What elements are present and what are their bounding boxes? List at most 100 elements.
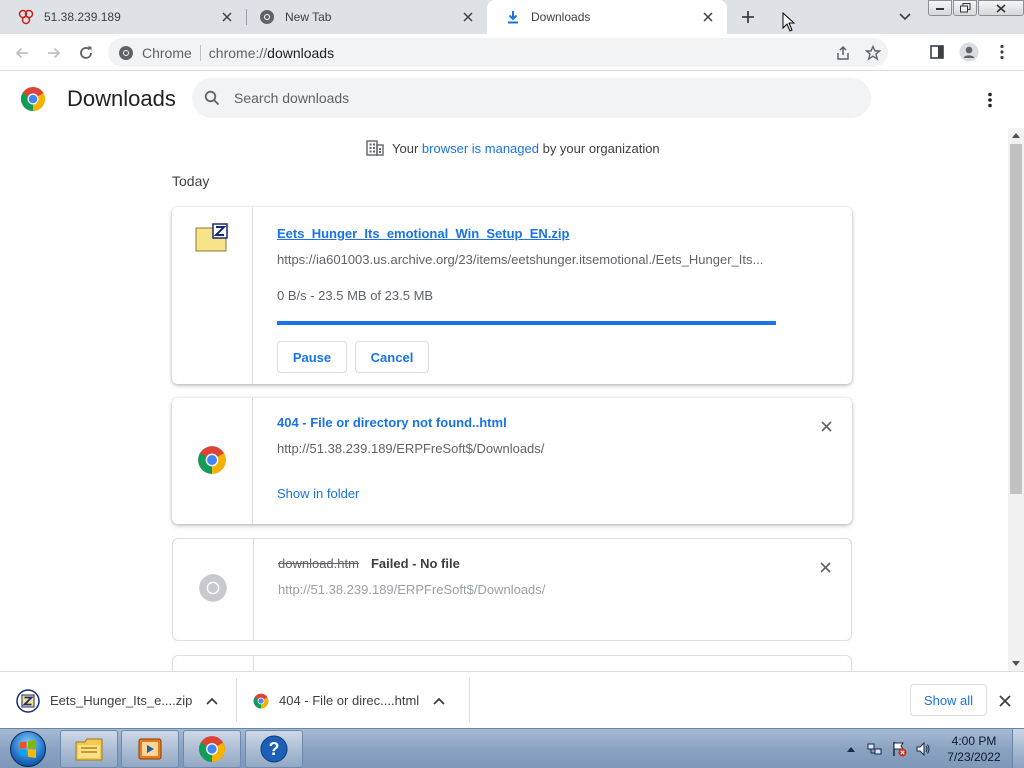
- network-icon: [18, 9, 34, 25]
- remove-download-button[interactable]: [817, 559, 833, 575]
- chrome-gray-icon: [259, 9, 275, 25]
- show-desktop-button[interactable]: [1012, 729, 1024, 768]
- file-icon-column: [172, 207, 253, 384]
- file-source-url[interactable]: http://51.38.239.189/ERPFreSoft$/Downloa…: [278, 582, 778, 597]
- avatar-icon: [959, 42, 979, 62]
- close-icon: [820, 420, 832, 432]
- scrollbar-thumb[interactable]: [1010, 144, 1022, 494]
- progress-fill: [277, 321, 776, 325]
- show-all-button[interactable]: Show all: [910, 684, 987, 716]
- building-icon: [366, 140, 384, 156]
- minimize-button[interactable]: [928, 0, 952, 16]
- omnibox-actions: [828, 38, 888, 67]
- cancel-button[interactable]: Cancel: [355, 341, 429, 373]
- share-button[interactable]: [828, 39, 858, 67]
- tab-close-icon[interactable]: [216, 6, 238, 28]
- download-card: Eets_Hunger_Its_emotional_Win_Setup_EN.z…: [172, 207, 852, 384]
- address-bar[interactable]: Chrome chrome://downloads: [108, 38, 888, 67]
- page-scrollbar[interactable]: [1008, 128, 1024, 671]
- reload-button[interactable]: [72, 39, 100, 67]
- shelf-item-zip[interactable]: Eets_Hunger_Its_e....zip: [16, 672, 218, 729]
- tab-downloads[interactable]: Downloads: [487, 0, 727, 34]
- url-text[interactable]: chrome://downloads: [209, 45, 334, 61]
- more-vert-icon: [1000, 44, 1004, 60]
- share-icon: [837, 45, 849, 60]
- download-card: download.htm Failed - No file http://51.3…: [172, 538, 852, 641]
- window-controls: [928, 0, 1024, 17]
- window-close-button[interactable]: [978, 0, 1024, 16]
- download-icon: [505, 9, 521, 25]
- file-source-url[interactable]: http://51.38.239.189/ERPFreSoft$/Downloa…: [277, 441, 777, 456]
- file-name-row: download.htm Failed - No file: [278, 556, 460, 571]
- arrow-right-icon: [48, 47, 61, 59]
- omnibox-divider: [199, 44, 201, 61]
- download-card: 404 - File or directory not found..html …: [172, 398, 852, 524]
- search-input[interactable]: [234, 90, 834, 106]
- forward-button[interactable]: [40, 39, 68, 67]
- profile-button[interactable]: [954, 38, 984, 66]
- managed-prefix: Your: [392, 140, 419, 156]
- browser-toolbar: Chrome chrome://downloads: [0, 34, 1024, 71]
- managed-link[interactable]: browser is managed: [422, 141, 539, 156]
- taskbar-explorer[interactable]: [60, 730, 118, 768]
- reload-icon: [80, 46, 92, 59]
- new-tab-button[interactable]: [734, 4, 762, 30]
- search-box[interactable]: [192, 78, 871, 118]
- mouse-cursor-icon: [782, 11, 796, 35]
- file-name-link[interactable]: Eets_Hunger_Its_emotional_Win_Setup_EN.z…: [277, 226, 569, 241]
- action-center-alert-icon[interactable]: [888, 738, 910, 760]
- tab-title: New Tab: [285, 10, 332, 24]
- remove-download-button[interactable]: [818, 418, 834, 434]
- scroll-down-icon[interactable]: [1012, 661, 1020, 666]
- media-player-icon: [138, 738, 162, 760]
- taskbar-help[interactable]: ?: [245, 730, 303, 768]
- arrow-left-icon: [15, 47, 28, 59]
- tab-ip-address[interactable]: 51.38.239.189: [0, 0, 246, 34]
- chevron-up-icon[interactable]: [433, 697, 445, 705]
- restore-icon: [959, 3, 970, 13]
- restore-button[interactable]: [953, 0, 977, 16]
- shelf-divider: [469, 678, 470, 722]
- shelf-divider: [236, 678, 237, 722]
- close-shelf-button[interactable]: [996, 692, 1014, 710]
- bookmark-button[interactable]: [858, 39, 888, 67]
- failed-status: Failed - No file: [370, 556, 460, 571]
- shelf-item-label: Eets_Hunger_Its_e....zip: [50, 693, 193, 708]
- tray-expand-icon[interactable]: [840, 738, 862, 760]
- volume-icon[interactable]: [912, 738, 934, 760]
- file-name-link[interactable]: 404 - File or directory not found..html: [277, 415, 507, 430]
- chevron-down-icon: [899, 13, 911, 21]
- file-source-url[interactable]: https://ia601003.us.archive.org/23/items…: [277, 252, 777, 267]
- pause-button[interactable]: Pause: [277, 341, 347, 373]
- chrome-logo-icon: [199, 736, 225, 762]
- scroll-up-icon[interactable]: [1012, 133, 1020, 138]
- system-tray: [840, 733, 936, 765]
- downloads-list: Your browser is managed by your organiza…: [0, 128, 1008, 671]
- download-status: 0 B/s - 23.5 MB of 23.5 MB: [277, 288, 434, 303]
- chrome-menu-button[interactable]: [987, 38, 1017, 66]
- windows-logo-icon: [10, 731, 46, 767]
- tab-new-tab[interactable]: New Tab: [241, 0, 487, 34]
- url-scheme: chrome://: [208, 44, 268, 61]
- site-info-chip[interactable]: Chrome: [108, 45, 192, 61]
- start-button[interactable]: [2, 730, 54, 768]
- show-in-folder-link[interactable]: Show in folder: [277, 486, 359, 501]
- shelf-item-html[interactable]: 404 - File or direc....html: [253, 672, 445, 729]
- tab-close-icon[interactable]: [457, 6, 479, 28]
- chrome-gray-icon: [119, 45, 133, 60]
- taskbar-clock[interactable]: 4:00 PM 7/23/2022: [944, 733, 1004, 765]
- back-button[interactable]: [8, 39, 36, 67]
- taskbar-chrome[interactable]: [183, 730, 241, 768]
- tab-search-button[interactable]: [893, 6, 917, 28]
- star-icon: [865, 44, 881, 61]
- clock-time: 4:00 PM: [951, 734, 997, 748]
- taskbar-media-player[interactable]: [121, 730, 179, 768]
- tab-close-icon[interactable]: [697, 6, 719, 28]
- side-panel-button[interactable]: [922, 38, 952, 66]
- chrome-logo-icon: [197, 445, 227, 478]
- chevron-up-icon[interactable]: [206, 697, 218, 705]
- downloads-menu-button[interactable]: [978, 88, 1002, 112]
- shelf-item-label: 404 - File or direc....html: [279, 693, 420, 708]
- file-icon-column: [172, 398, 253, 524]
- network-tray-icon[interactable]: [864, 738, 886, 760]
